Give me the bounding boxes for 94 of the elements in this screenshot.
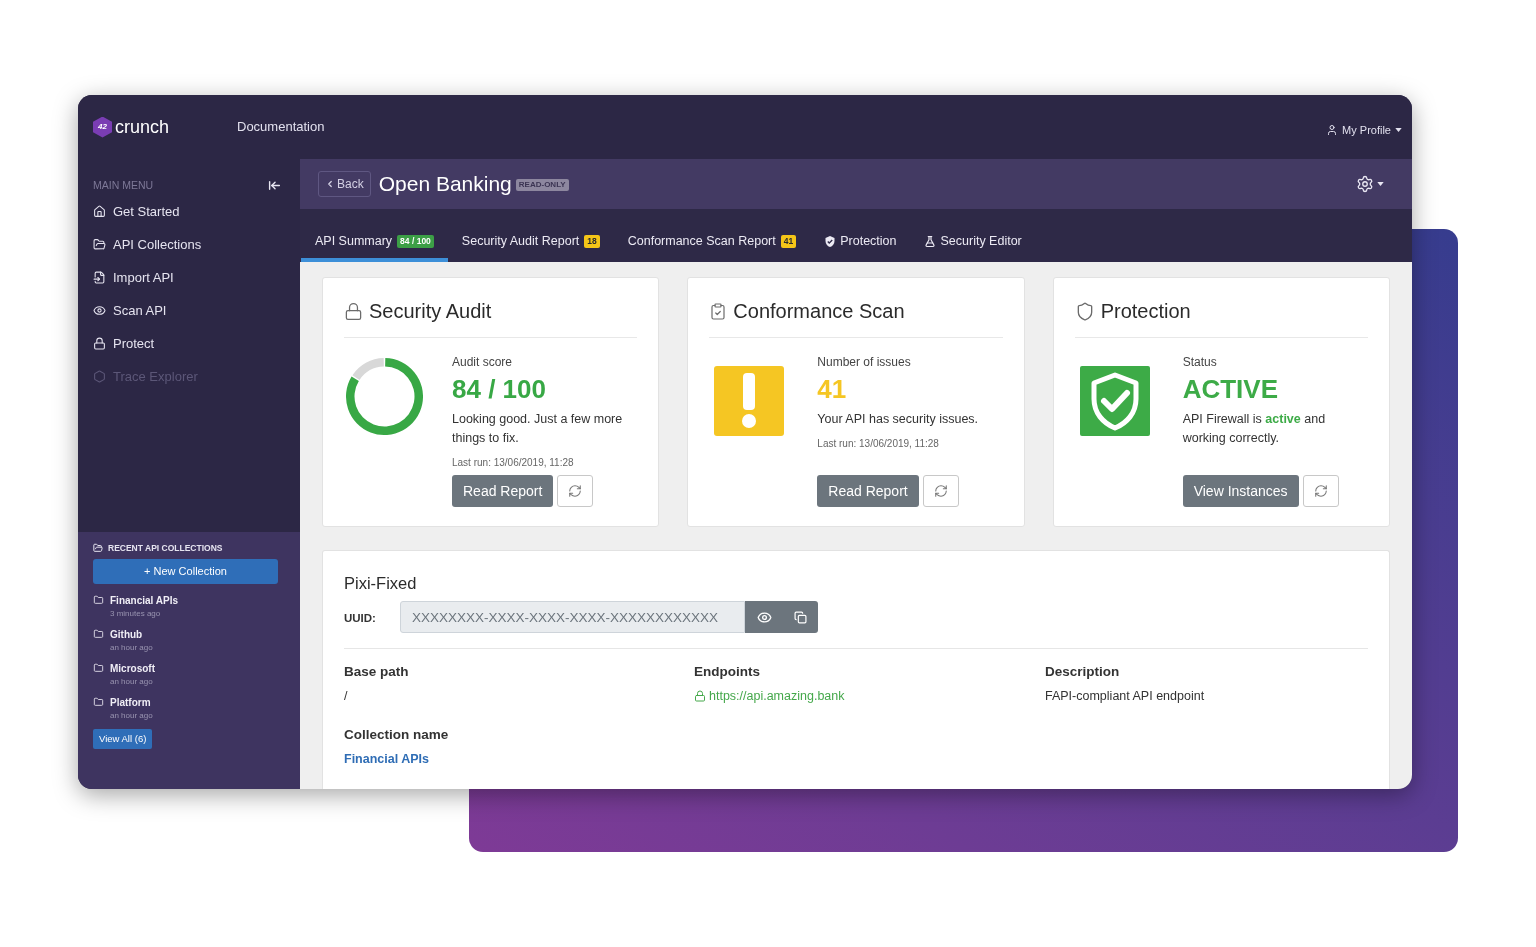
- count-badge: 18: [584, 234, 600, 248]
- api-name: Pixi-Fixed: [344, 573, 417, 593]
- folder-open-icon: [93, 238, 106, 251]
- refresh-button[interactable]: [557, 475, 594, 507]
- refresh-button[interactable]: [1302, 475, 1339, 507]
- field-label: Description: [1045, 663, 1120, 681]
- back-button[interactable]: Back: [318, 171, 371, 197]
- metric-description: Looking good. Just a few more things to fix.: [452, 411, 624, 447]
- sidebar-item[interactable]: Scan API: [93, 294, 281, 327]
- metric-label: Number of issues: [817, 355, 911, 370]
- card-title: Security Audit: [369, 299, 492, 323]
- field-label: Collection name: [344, 726, 449, 744]
- field-value: /: [344, 688, 348, 704]
- metric-value: ACTIVE: [1182, 374, 1278, 404]
- field-value: FAPI-compliant API endpoint: [1045, 688, 1205, 704]
- action-button[interactable]: Read Report: [817, 475, 919, 507]
- reveal-button[interactable]: [745, 601, 783, 633]
- logo-wordmark: crunch: [115, 116, 170, 138]
- count-badge: 41: [780, 234, 797, 248]
- settings-menu-button[interactable]: [1356, 175, 1384, 193]
- home-icon: [93, 205, 106, 218]
- warning-icon: [714, 366, 785, 436]
- metric-label: Status: [1182, 355, 1217, 370]
- logo-mark: 42: [93, 116, 112, 138]
- refresh-button[interactable]: [922, 475, 959, 507]
- folder-icon: [93, 663, 104, 673]
- caret-icon: [1395, 128, 1402, 132]
- eye-icon: [93, 304, 106, 317]
- collection-link[interactable]: Microsoft: [93, 661, 155, 675]
- hexagon-icon: [93, 370, 106, 383]
- user-icon: [1326, 124, 1339, 136]
- chevron-left-icon: [325, 179, 335, 189]
- documentation-link[interactable]: Documentation: [237, 117, 325, 137]
- collection-time: an hour ago: [110, 710, 153, 722]
- menu-heading: MAIN MENU: [93, 178, 154, 192]
- card-title: Protection: [1100, 299, 1191, 323]
- metric-value: 84 / 100: [452, 374, 546, 404]
- folder-icon: [93, 595, 104, 605]
- recent-collections-heading: RECENT API COLLECTIONS: [108, 542, 223, 554]
- folder-icon: [93, 629, 104, 639]
- collection-link[interactable]: Financial APIs: [93, 593, 178, 607]
- clipboard-check-icon: [709, 300, 728, 322]
- caret-icon: [1377, 182, 1384, 186]
- collection-time: an hour ago: [110, 676, 153, 688]
- sidebar-item[interactable]: API Collections: [93, 228, 281, 261]
- tab[interactable]: Conformance Scan Report 41: [613, 209, 811, 262]
- card-title: Conformance Scan: [733, 299, 905, 323]
- eye-icon: [756, 609, 772, 625]
- metric-label: Audit score: [452, 355, 513, 370]
- last-run-text: Last run: 13/06/2019, 11:28: [817, 437, 939, 450]
- file-import-icon: [93, 271, 106, 284]
- collection-time: 3 minutes ago: [110, 608, 161, 620]
- metric-value: 41: [817, 374, 847, 404]
- field-label: Endpoints: [694, 663, 760, 681]
- action-button[interactable]: Read Report: [452, 475, 554, 507]
- collection-time: an hour ago: [110, 642, 153, 654]
- new-collection-button[interactable]: + New Collection: [93, 559, 278, 584]
- count-badge: 84 / 100: [397, 234, 434, 248]
- lock-icon: [344, 300, 363, 322]
- lock-icon: [694, 690, 706, 702]
- collection-link[interactable]: Github: [93, 627, 143, 641]
- refresh-icon: [1313, 484, 1328, 498]
- collection-name-link[interactable]: Financial APIs: [344, 751, 429, 767]
- flask-icon: [924, 234, 937, 248]
- settings-icon: [1356, 175, 1374, 193]
- copy-icon: [794, 610, 807, 624]
- page-title: Open Banking: [378, 171, 512, 197]
- last-run-text: Last run: 13/06/2019, 11:28: [452, 456, 574, 469]
- shield-check-icon: [1079, 366, 1150, 436]
- shield-check-icon: [824, 234, 837, 248]
- refresh-icon: [933, 484, 948, 498]
- refresh-icon: [568, 484, 583, 498]
- sidebar-item[interactable]: Import API: [93, 261, 281, 294]
- read-only-badge: READ-ONLY: [515, 179, 569, 191]
- collection-link[interactable]: Platform: [93, 695, 151, 709]
- tab[interactable]: Security Editor: [910, 209, 1036, 262]
- sidebar-item[interactable]: Protect: [93, 327, 281, 360]
- lock-icon: [93, 337, 106, 350]
- metric-description: API Firewall is active and working correctly.: [1182, 411, 1327, 447]
- collapse-icon: [268, 178, 281, 192]
- copy-button[interactable]: [783, 601, 818, 633]
- profile-menu-button[interactable]: My Profile: [1326, 121, 1402, 139]
- collapse-sidebar-button[interactable]: [268, 178, 281, 192]
- sidebar-item[interactable]: Get Started: [93, 195, 281, 228]
- uuid-field[interactable]: XXXXXXXX-XXXX-XXXX-XXXX-XXXXXXXXXXXX: [400, 601, 745, 633]
- folder-icon: [93, 697, 104, 707]
- view-all-button[interactable]: View All (6): [93, 729, 153, 749]
- uuid-label: UUID:: [344, 612, 376, 624]
- action-button[interactable]: View Instances: [1182, 475, 1299, 507]
- metric-description: Your API has security issues.: [817, 411, 979, 428]
- folder-open-icon: [93, 543, 103, 553]
- tab[interactable]: Protection: [810, 209, 911, 262]
- tab[interactable]: Security Audit Report 18: [447, 209, 614, 262]
- field-label: Base path: [344, 663, 409, 681]
